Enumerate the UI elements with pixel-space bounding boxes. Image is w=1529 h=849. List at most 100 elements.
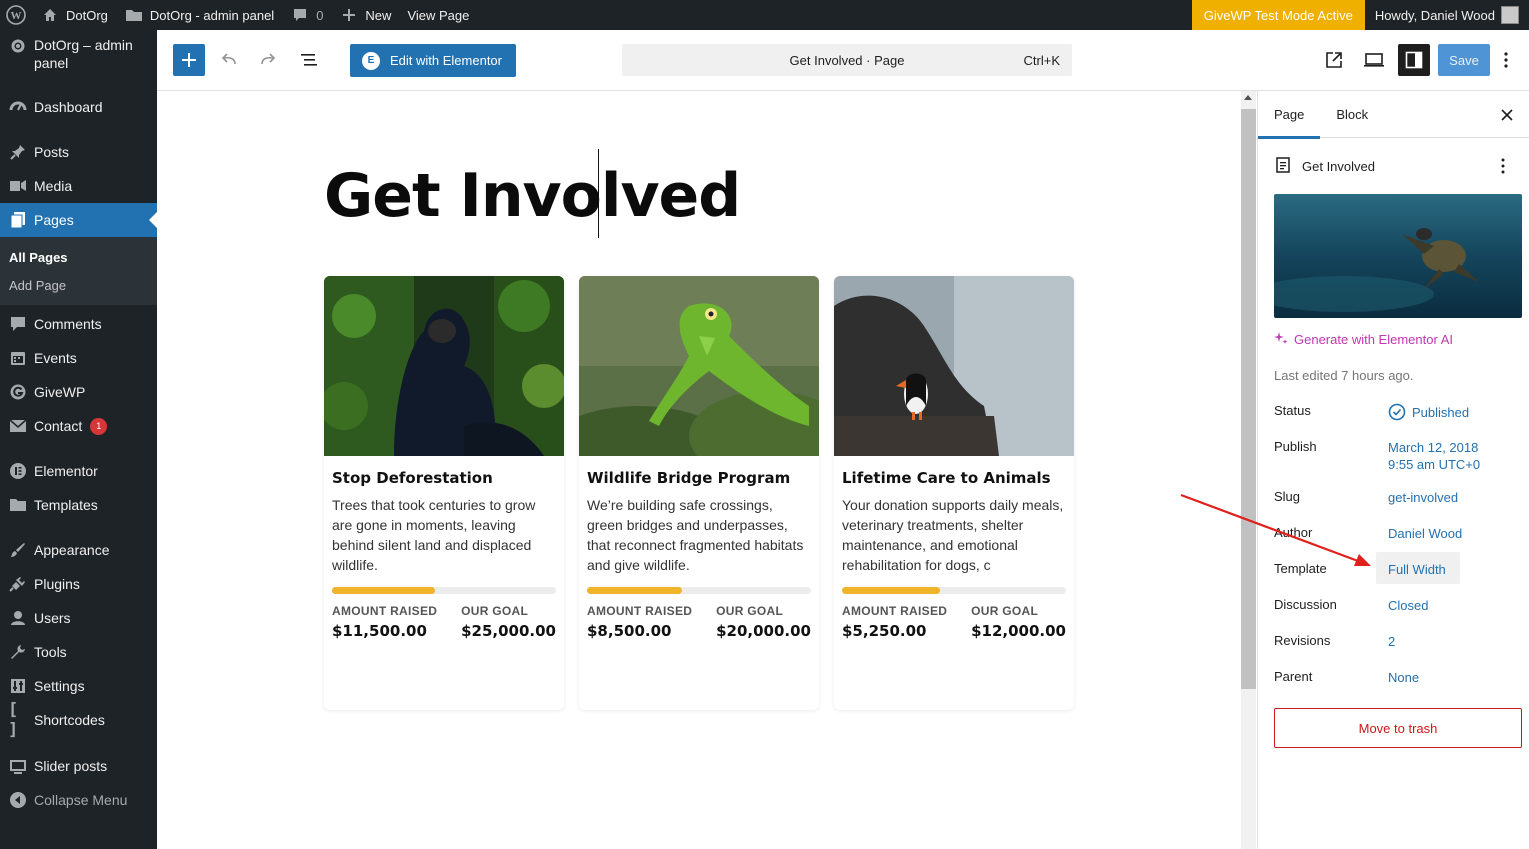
discussion-value-button[interactable]: Closed [1388, 597, 1428, 614]
account-menu[interactable]: Howdy, Daniel Wood [1365, 0, 1529, 30]
settings-toggle-button[interactable] [1398, 44, 1430, 76]
slug-row: Slug get-involved [1274, 489, 1524, 506]
goal-value: $12,000.00 [971, 622, 1066, 640]
publish-time: 9:55 am UTC+0 [1388, 457, 1481, 472]
publish-row: Publish March 12, 2018 9:55 am UTC+0 [1274, 439, 1524, 473]
more-vertical-icon [1501, 158, 1505, 174]
scrollbar-thumb[interactable] [1241, 109, 1256, 689]
redo-button[interactable] [252, 44, 284, 76]
undo-button[interactable] [213, 44, 245, 76]
sidebar-item-label: Events [34, 350, 77, 366]
sidebar-item-posts[interactable]: Posts [0, 135, 157, 169]
pages-submenu: All Pages Add Page [0, 237, 157, 305]
template-value-button[interactable]: Full Width [1388, 561, 1446, 578]
site-name-link[interactable]: DotOrg [32, 0, 116, 30]
tab-page[interactable]: Page [1258, 91, 1321, 139]
sidebar-item-comments[interactable]: Comments [0, 307, 157, 341]
discussion-row: Discussion Closed [1274, 597, 1524, 614]
home-icon [40, 5, 60, 25]
document-actions-button[interactable] [1487, 150, 1519, 182]
contact-badge: 1 [90, 417, 108, 435]
scroll-up-arrow-icon[interactable] [1244, 95, 1252, 100]
amount-raised: AMOUNT RAISED $5,250.00 [842, 604, 947, 640]
page-title[interactable]: Get Involved [324, 161, 741, 231]
author-value-button[interactable]: Daniel Wood [1388, 525, 1462, 542]
sidebar-item-slider-posts[interactable]: Slider posts [0, 749, 157, 783]
elementor-icon: E [362, 51, 380, 70]
media-icon [8, 176, 28, 196]
sidebar-item-site[interactable]: DotOrg – admin panel [0, 30, 157, 90]
comment-icon [8, 314, 28, 334]
parent-value-button[interactable]: None [1388, 669, 1419, 686]
donation-card[interactable]: Wildlife Bridge Program We’re building s… [579, 276, 819, 710]
sidebar-icon [1405, 51, 1423, 69]
text-caret [598, 149, 599, 238]
sidebar-item-collapse-menu[interactable]: Collapse Menu [0, 783, 157, 817]
editor-canvas[interactable]: Get Involved Stop Deforestation Trees th… [157, 91, 1241, 849]
card-description: We’re building safe crossings, green bri… [587, 497, 804, 573]
donation-card[interactable]: Stop Deforestation Trees that took centu… [324, 276, 564, 710]
goal: OUR GOAL $12,000.00 [971, 604, 1066, 640]
sidebar-item-media[interactable]: Media [0, 169, 157, 203]
generate-with-elementor-ai-link[interactable]: Generate with Elementor AI [1258, 331, 1529, 348]
wordpress-logo-icon[interactable]: W [0, 0, 32, 30]
givewp-badge-label: GiveWP Test Mode Active [1203, 7, 1353, 23]
preview-button[interactable] [1358, 44, 1390, 76]
card-description: Your donation supports daily meals, vete… [842, 497, 1064, 573]
slug-value-button[interactable]: get-involved [1388, 489, 1458, 506]
card-description: Trees that took centuries to grow are go… [332, 497, 536, 573]
donation-progress-bar [332, 587, 556, 594]
author-row: Author Daniel Wood [1274, 525, 1524, 542]
sidebar-item-label: Posts [34, 144, 70, 160]
givewp-test-mode-badge[interactable]: GiveWP Test Mode Active [1191, 0, 1365, 30]
edit-with-elementor-button[interactable]: E Edit with Elementor [350, 44, 516, 77]
puffin-image [834, 276, 1074, 456]
settings-icon [8, 676, 28, 696]
view-page-link[interactable]: View Page [399, 0, 477, 30]
sidebar-item-templates[interactable]: Templates [0, 488, 157, 522]
new-content-link[interactable]: New [331, 0, 399, 30]
sidebar-item-shortcodes[interactable]: [ ] Shortcodes [0, 700, 157, 740]
sidebar-item-appearance[interactable]: Appearance [0, 533, 157, 567]
close-settings-button[interactable] [1491, 99, 1523, 131]
save-button[interactable]: Save [1438, 44, 1490, 76]
tab-block[interactable]: Block [1320, 91, 1384, 138]
canvas-scrollbar[interactable] [1241, 91, 1256, 849]
donation-card[interactable]: Lifetime Care to Animals Your donation s… [834, 276, 1074, 710]
options-button[interactable] [1490, 44, 1522, 76]
revisions-value-button[interactable]: 2 [1388, 633, 1395, 650]
slider-icon [8, 756, 28, 776]
sidebar-item-elementor[interactable]: Elementor [0, 454, 157, 488]
sidebar-item-tools[interactable]: Tools [0, 635, 157, 669]
add-block-button[interactable] [173, 44, 205, 76]
sidebar-item-givewp[interactable]: GiveWP [0, 375, 157, 409]
plus-icon [182, 53, 196, 67]
sidebar-subitem-all-pages[interactable]: All Pages [0, 243, 157, 271]
command-palette-bar[interactable]: Get Involved · Page Ctrl+K [622, 44, 1072, 76]
admin-bar: W DotOrg DotOrg - admin panel 0 New View… [0, 0, 1529, 30]
move-to-trash-button[interactable]: Move to trash [1274, 708, 1522, 748]
trash-label: Move to trash [1358, 720, 1438, 736]
sidebar-item-label: Slider posts [34, 758, 108, 774]
comments-link[interactable]: 0 [282, 0, 331, 30]
sidebar-item-settings[interactable]: Settings [0, 669, 157, 703]
view-page-button[interactable] [1318, 44, 1350, 76]
document-overview-button[interactable] [293, 44, 325, 76]
page-icon [1274, 156, 1292, 177]
sidebar-item-plugins[interactable]: Plugins [0, 567, 157, 601]
featured-image-turtle[interactable] [1254, 194, 1522, 318]
close-icon [1501, 109, 1513, 121]
status-label: Status [1274, 403, 1311, 418]
status-value-button[interactable]: Published [1388, 403, 1469, 421]
admin-panel-link[interactable]: DotOrg - admin panel [116, 0, 282, 30]
sidebar-item-pages[interactable]: Pages [0, 203, 157, 237]
sidebar-subitem-add-page[interactable]: Add Page [0, 271, 157, 299]
sidebar-item-contact[interactable]: Contact 1 [0, 409, 157, 443]
sidebar-item-dashboard[interactable]: Dashboard [0, 90, 157, 124]
publish-date-button[interactable]: March 12, 2018 9:55 am UTC+0 [1388, 439, 1480, 473]
sidebar-item-users[interactable]: Users [0, 601, 157, 635]
folder-icon [8, 495, 28, 515]
sidebar-item-events[interactable]: Events [0, 341, 157, 375]
settings-panel: Page Block Get Involved Generate with El [1254, 91, 1529, 849]
card-stats: AMOUNT RAISED $5,250.00 OUR GOAL $12,000… [834, 594, 1074, 640]
